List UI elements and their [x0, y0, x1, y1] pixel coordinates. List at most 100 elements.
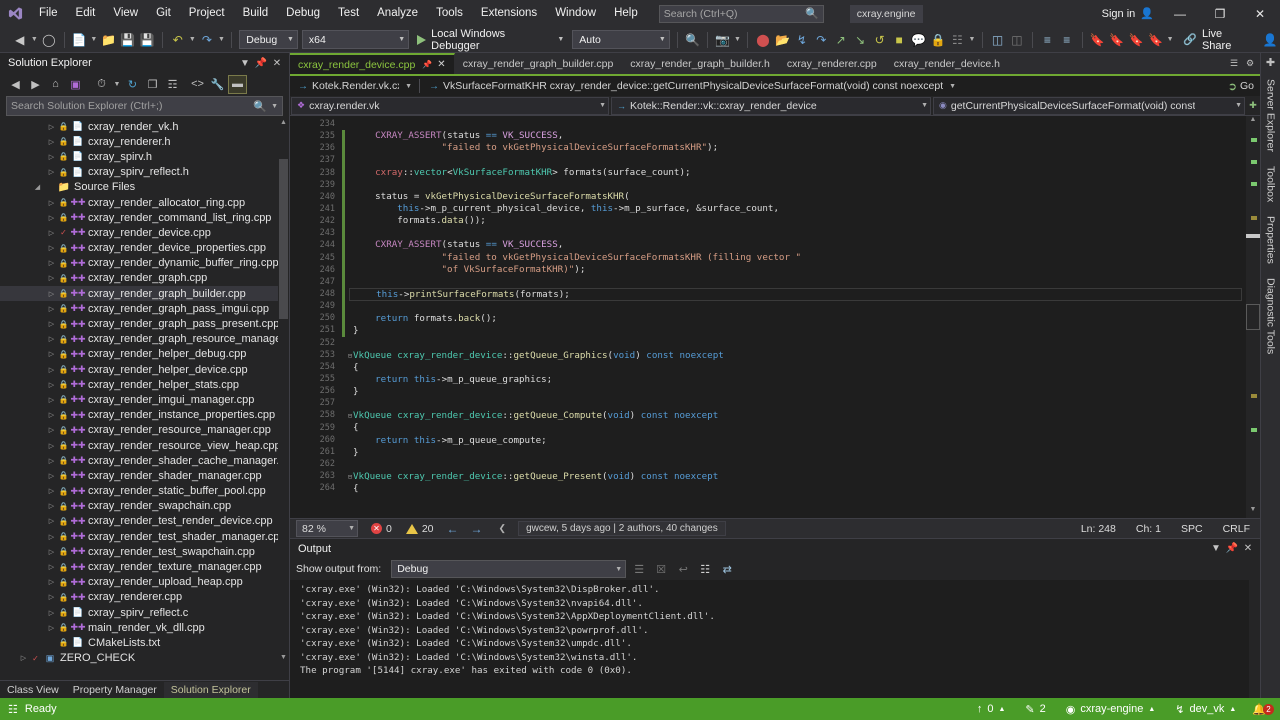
code-line[interactable]: this->m_p_current_physical_device, this-…	[345, 203, 1242, 215]
tree-item[interactable]: ▷ 🔒 ✚✚ cxray_render_resource_view_heap.cpp	[0, 438, 289, 453]
code-editor[interactable]: 234 235 236 237 238 239 240 241 242 243 244 245 246 2…	[290, 116, 1260, 518]
back-icon[interactable]: ◀	[6, 75, 25, 94]
menu-item-build[interactable]: Build	[234, 0, 278, 27]
chevron-right-icon[interactable]: ▷	[46, 442, 57, 450]
live-share-button[interactable]: 🔗 Live Share	[1175, 28, 1260, 52]
code-line[interactable]: {	[345, 422, 1242, 434]
close-icon[interactable]: ✕	[437, 59, 445, 70]
code-line[interactable]: "of VkSurfaceFormatKHR)");	[345, 264, 1242, 276]
panel-tab-solution-explorer[interactable]: Solution Explorer	[163, 682, 258, 698]
code-view-icon[interactable]: <>	[188, 75, 207, 94]
menu-item-project[interactable]: Project	[180, 0, 234, 27]
menu-item-debug[interactable]: Debug	[277, 0, 329, 27]
new-dropdown-icon[interactable]: ▼	[89, 29, 99, 51]
tree-item[interactable]: ▷ 🔒 📄 cxray_render_vk.h	[0, 119, 289, 134]
editor-tab[interactable]: cxray_render_graph_builder.h	[622, 53, 779, 74]
code-line[interactable]	[345, 118, 1242, 130]
collapse-region-icon[interactable]: ⊟	[346, 471, 354, 483]
chevron-right-icon[interactable]: ▷	[46, 624, 57, 632]
tree-item[interactable]: ▷ 🔒 ✚✚ cxray_render_graph_builder.cpp	[0, 286, 289, 302]
code-line[interactable]: formats.data());	[345, 215, 1242, 227]
tree-item[interactable]: ▷ 🔒 ✚✚ cxray_render_swapchain.cpp	[0, 499, 289, 514]
code-line[interactable]: return formats.back();	[345, 313, 1242, 325]
branch-indicator[interactable]: ↯ dev_vk ▲	[1165, 703, 1246, 716]
close-icon[interactable]: ✕	[269, 54, 285, 72]
add-icon[interactable]: ✚	[1266, 56, 1275, 69]
tree-item[interactable]: ▷ 🔒 ✚✚ main_render_vk_dll.cpp	[0, 620, 289, 635]
code-line[interactable]: "failed to vkGetPhysicalDeviceSurfaceFor…	[345, 252, 1242, 264]
attach-process-icon[interactable]: 🔍	[683, 29, 702, 51]
chevron-right-icon[interactable]: ▷	[46, 320, 57, 328]
code-line[interactable]	[345, 179, 1242, 191]
chevron-down-icon[interactable]: ◢	[32, 183, 43, 191]
collapse-region-icon[interactable]: ⊟	[346, 410, 354, 422]
error-count-indicator[interactable]: ✕ 0	[364, 523, 399, 535]
code-line[interactable]: }	[345, 386, 1242, 398]
tree-item[interactable]: ▷ 🔒 📄 cxray_spirv_reflect.h	[0, 165, 289, 180]
chevron-right-icon[interactable]: ▷	[46, 487, 57, 495]
chevron-right-icon[interactable]: ▷	[46, 457, 57, 465]
tree-item[interactable]: ▷ 🔒 ✚✚ cxray_render_graph_resource_manager.…	[0, 332, 289, 347]
tree-item[interactable]: ▷ 🔒 ✚✚ cxray_render_shader_manager.cpp	[0, 468, 289, 483]
notifications-indicator[interactable]: 🔔 2	[1246, 703, 1280, 716]
chevron-down-icon[interactable]: ▼	[237, 54, 253, 72]
chevron-right-icon[interactable]: ▷	[46, 274, 57, 282]
code-line[interactable]	[345, 227, 1242, 239]
prev-bookmark-icon[interactable]: 🔖	[1146, 29, 1165, 51]
undo-icon[interactable]: ↶	[168, 29, 187, 51]
tree-item[interactable]: ▷ 🔒 ✚✚ cxray_render_helper_device.cpp	[0, 362, 289, 377]
refresh-icon[interactable]: ↻	[123, 75, 142, 94]
menu-item-test[interactable]: Test	[329, 0, 368, 27]
tree-item[interactable]: ▷ 🔒 ✚✚ cxray_render_graph_pass_imgui.cpp	[0, 301, 289, 316]
code-line[interactable]: CXRAY_ASSERT(status == VK_SUCCESS,	[345, 130, 1242, 142]
chevron-right-icon[interactable]: ▷	[46, 214, 57, 222]
restart-icon[interactable]: ↺	[870, 29, 889, 51]
tree-item[interactable]: ▷ 🔒 ✚✚ cxray_render_texture_manager.cpp	[0, 559, 289, 574]
tree-item[interactable]: ▷ 🔒 📄 cxray_renderer.h	[0, 134, 289, 149]
output-source-select[interactable]: Debug ▼	[391, 560, 627, 578]
zoom-level-select[interactable]: 82 % ▼	[296, 520, 358, 537]
solution-tree-scrollbar[interactable]: ▲ ▼	[278, 119, 289, 666]
bookmark-dropdown-icon[interactable]: ▼	[1165, 29, 1175, 51]
close-icon[interactable]: ✕	[1240, 540, 1256, 558]
forward-icon[interactable]: ▶	[26, 75, 45, 94]
preview-selected-items-icon[interactable]: ▬	[228, 74, 247, 94]
tree-item[interactable]: ▷ 🔒 ✚✚ cxray_render_graph.cpp	[0, 271, 289, 286]
toggle-output-icon[interactable]: ⇄	[718, 560, 736, 578]
tree-item[interactable]: ▷ 🔒 ✚✚ cxray_render_resource_manager.cpp	[0, 423, 289, 438]
code-line[interactable]	[345, 337, 1242, 349]
debug-target-select[interactable]: Auto ▼	[572, 30, 670, 49]
chevron-right-icon[interactable]: ▷	[46, 244, 57, 252]
chevron-right-icon[interactable]: ▷	[46, 593, 57, 601]
menu-item-file[interactable]: File	[30, 0, 67, 27]
bookmark-icon[interactable]: 🔖	[1087, 29, 1106, 51]
collapse-all-icon[interactable]: ❐	[143, 75, 162, 94]
chevron-right-icon[interactable]: ▷	[46, 533, 57, 541]
code-line[interactable]: ⊟ VkQueue cxray_render_device::getQueue_C…	[345, 410, 1242, 422]
save-all-icon[interactable]: 💾	[138, 29, 157, 51]
code-line[interactable]: cxray::vector<VkSurfaceFormatKHR> format…	[345, 167, 1242, 179]
gear-icon[interactable]: ⚙	[1243, 58, 1257, 69]
tool-window-tab-server-explorer[interactable]: Server Explorer	[1263, 72, 1279, 159]
namespace-select[interactable]: ❖ cxray.render.vk ▼	[291, 96, 609, 115]
indentation-indicator[interactable]: SPC	[1171, 523, 1213, 535]
chevron-right-icon[interactable]: ▷	[46, 229, 57, 237]
screenshot-dropdown-icon[interactable]: ▼	[733, 29, 743, 51]
code-line[interactable]: }	[345, 447, 1242, 459]
chevron-right-icon[interactable]: ▷	[46, 381, 57, 389]
code-line[interactable]: }	[345, 325, 1242, 337]
open-folder-icon[interactable]: 📂	[773, 29, 792, 51]
breakpoint-icon[interactable]: ⬤	[753, 29, 772, 51]
tree-item[interactable]: ▷ 🔒 ✚✚ cxray_render_upload_heap.cpp	[0, 575, 289, 590]
menu-item-tools[interactable]: Tools	[427, 0, 472, 27]
tree-item[interactable]: ▷ 🔒 ✚✚ cxray_render_helper_stats.cpp	[0, 377, 289, 392]
window-layout-icon[interactable]: ◫	[988, 29, 1007, 51]
panel-tab-class-view[interactable]: Class View	[0, 682, 66, 698]
step-continue-icon[interactable]: ↘	[850, 29, 869, 51]
feedback-icon[interactable]: 👤	[1261, 29, 1280, 51]
code-line[interactable]: status = vkGetPhysicalDeviceSurfaceForma…	[345, 191, 1242, 203]
codelens-git-info[interactable]: gwcew, 5 days ago | 2 authors, 40 change…	[518, 521, 726, 536]
tree-item[interactable]: ▷ 🔒 📄 cxray_spirv.h	[0, 149, 289, 164]
start-debugging-button[interactable]: Local Windows Debugger ▼	[411, 28, 570, 52]
code-line[interactable]: CXRAY_ASSERT(status == VK_SUCCESS,	[345, 239, 1242, 251]
